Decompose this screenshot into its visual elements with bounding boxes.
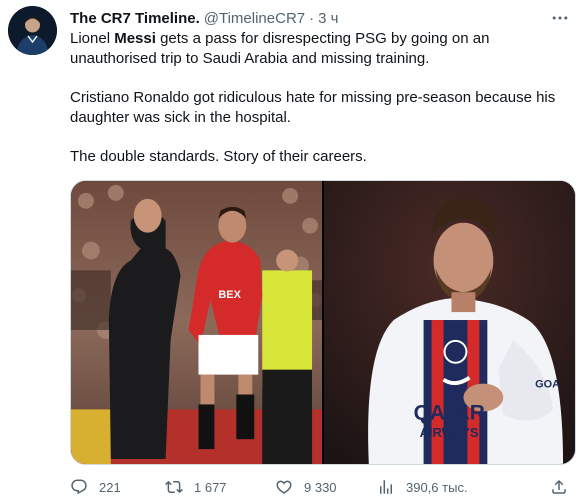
- avatar[interactable]: [8, 6, 57, 55]
- timestamp[interactable]: 3 ч: [318, 10, 338, 27]
- reply-count: 221: [99, 479, 121, 495]
- tweet-header: The CR7 Timeline. @TimelineCR7 · 3 ч: [70, 8, 338, 28]
- like-button[interactable]: 9 330: [275, 478, 377, 496]
- separator-dot: ·: [309, 9, 315, 27]
- photo-ronaldo[interactable]: BEX: [71, 181, 322, 464]
- like-count: 9 330: [304, 479, 337, 495]
- retweet-count: 1 677: [194, 479, 227, 495]
- share-icon: [552, 479, 566, 494]
- tweet[interactable]: The CR7 Timeline. @TimelineCR7 · 3 ч Lio…: [0, 0, 582, 501]
- retweet-icon: [165, 480, 183, 494]
- shirt-sponsor-airways: AIRWAYS: [420, 425, 479, 440]
- tweet-text: Lionel Messi gets a pass for disrespecti…: [70, 29, 575, 167]
- shirt-sponsor-text: BEX: [218, 289, 241, 301]
- bold-name: Messi: [114, 30, 156, 47]
- views-button[interactable]: 390,6 тыс.: [377, 478, 497, 496]
- tweet-paragraph-2: Cristiano Ronaldo got ridiculous hate fo…: [70, 89, 556, 126]
- tweet-paragraph-1: Lionel Messi gets a pass for disrespecti…: [70, 30, 490, 67]
- reply-icon: [71, 479, 87, 495]
- heart-icon: [276, 480, 292, 494]
- retweet-button[interactable]: 1 677: [165, 478, 275, 496]
- views-icon: [380, 480, 392, 494]
- share-button[interactable]: [550, 478, 568, 496]
- photo-messi[interactable]: QATAR AIRWAYS GOA: [324, 181, 575, 464]
- media-grid[interactable]: BEX QATAR AIRWAYS GOA: [70, 180, 576, 465]
- more-horizontal-icon[interactable]: [550, 8, 570, 28]
- reply-button[interactable]: 221: [70, 478, 165, 496]
- shirt-sponsor-qatar: QATAR: [414, 401, 485, 424]
- display-name[interactable]: The CR7 Timeline.: [70, 10, 200, 27]
- tweet-paragraph-3: The double standards. Story of their car…: [70, 148, 367, 165]
- user-handle[interactable]: @TimelineCR7: [204, 10, 305, 27]
- sleeve-sponsor-text: GOA: [535, 379, 560, 391]
- action-bar: 221 1 677 9 330 390,6 тыс.: [70, 476, 576, 498]
- views-count: 390,6 тыс.: [406, 479, 468, 495]
